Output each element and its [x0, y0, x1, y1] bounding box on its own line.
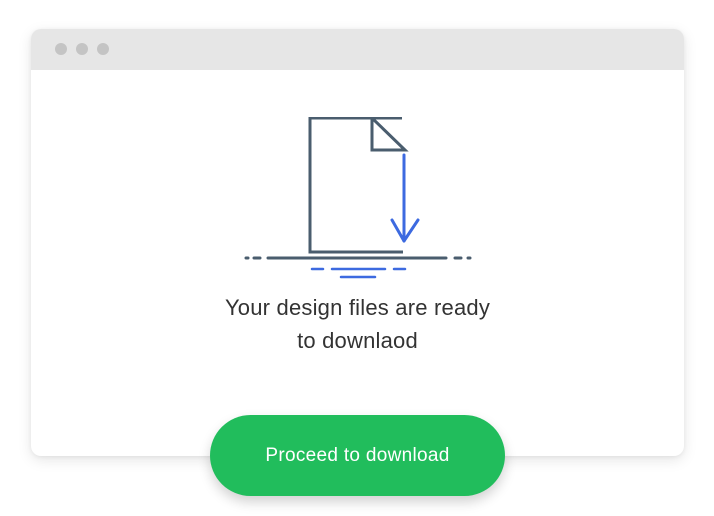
ready-message: Your design files are ready to downlaod	[31, 291, 684, 357]
file-download-icon	[244, 117, 472, 279]
ground-accent-lines	[310, 267, 407, 279]
document-body	[308, 117, 403, 254]
window-titlebar	[31, 29, 684, 70]
download-arrow	[390, 153, 420, 243]
document-outline	[308, 117, 409, 254]
window-control-dot-2[interactable]	[76, 43, 88, 55]
ready-message-line-1: Your design files are ready	[224, 295, 491, 320]
browser-window: Your design files are ready to downlaod	[31, 29, 684, 456]
window-control-dot-3[interactable]	[97, 43, 109, 55]
page-stage: Your design files are ready to downlaod …	[0, 0, 714, 516]
window-control-dot-1[interactable]	[55, 43, 67, 55]
proceed-download-button[interactable]: Proceed to download	[210, 415, 505, 496]
ready-message-line-2: to downlaod	[297, 328, 418, 353]
document-folded-corner	[370, 117, 409, 152]
